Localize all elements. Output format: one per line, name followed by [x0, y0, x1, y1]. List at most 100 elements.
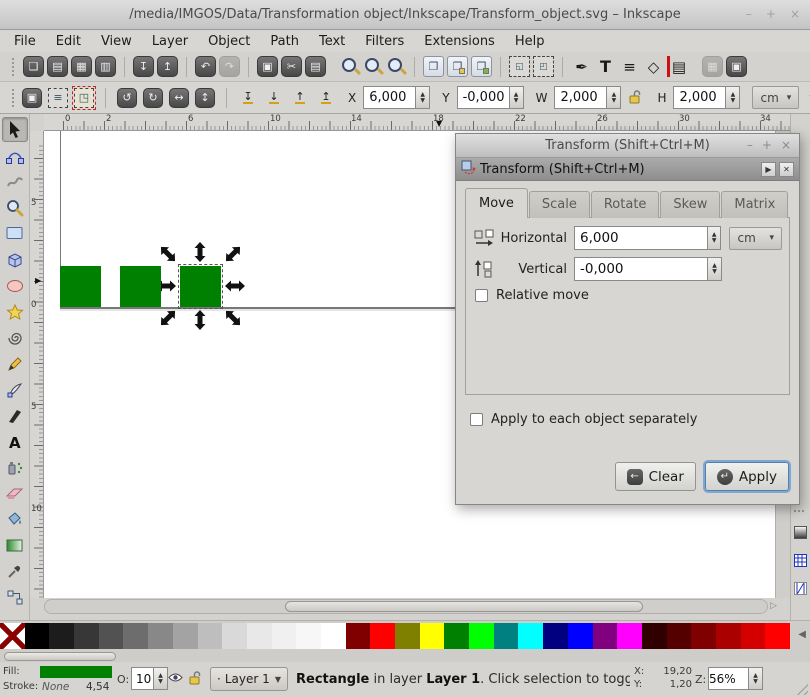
text-dialog-icon[interactable]: T — [595, 56, 616, 77]
calligraphy-tool[interactable] — [2, 403, 28, 428]
stroke-width-value[interactable]: 4,54 — [86, 681, 109, 693]
new-document-icon[interactable]: ❏ — [23, 56, 44, 77]
color-swatch-19[interactable] — [469, 623, 494, 649]
scale-handle-e[interactable] — [225, 280, 245, 292]
scale-handle-nw[interactable] — [157, 243, 180, 266]
color-swatch-30[interactable] — [740, 623, 766, 649]
color-swatch-29[interactable] — [715, 623, 741, 649]
color-swatch-3[interactable] — [74, 623, 99, 649]
zoom-spinner[interactable]: ▲ ▼ — [748, 667, 763, 690]
drawing-rectangle-1[interactable] — [60, 266, 101, 307]
zoom-to-selection-icon[interactable] — [340, 57, 360, 77]
close-button[interactable]: × — [790, 7, 800, 21]
h-input[interactable] — [673, 86, 726, 109]
color-swatch-7[interactable] — [172, 623, 198, 649]
node-editor-tool[interactable] — [2, 143, 28, 168]
dropper-tool[interactable] — [2, 559, 28, 584]
box-3d-tool[interactable] — [2, 247, 28, 272]
export-icon[interactable]: ↥ — [157, 56, 178, 77]
zoom-tool[interactable] — [2, 195, 28, 220]
tab-skew[interactable]: Skew — [660, 191, 721, 218]
palette-scrollbar-handle[interactable] — [4, 652, 116, 661]
color-swatch-2[interactable] — [49, 623, 75, 649]
title-bar[interactable]: /media/IMGOS/Data/Transformation object/… — [0, 0, 810, 30]
scroll-right-arrow[interactable]: ▷ — [770, 601, 777, 611]
color-swatch-23[interactable] — [567, 623, 593, 649]
zoom-to-page-icon[interactable] — [386, 57, 406, 77]
w-spinner[interactable]: ▲ ▼ — [606, 86, 622, 109]
clear-button[interactable]: ← Clear — [614, 462, 696, 491]
snap-page-border-icon[interactable] — [794, 524, 807, 543]
scale-handle-s[interactable] — [194, 310, 206, 330]
color-swatch-14[interactable] — [345, 623, 371, 649]
rotate-90-ccw-icon[interactable]: ↺ — [117, 87, 137, 108]
color-swatch-20[interactable] — [493, 623, 519, 649]
document-properties-icon[interactable]: ▣ — [726, 56, 747, 77]
unlink-clone-icon[interactable]: ❐ — [471, 56, 492, 77]
color-swatch-11[interactable] — [271, 623, 297, 649]
group-selection-icon[interactable]: ◱ — [509, 56, 530, 77]
color-swatch-4[interactable] — [98, 623, 124, 649]
color-swatch-15[interactable] — [370, 623, 395, 649]
menu-help[interactable]: Help — [505, 32, 555, 51]
horizontal-scrollbar-handle[interactable] — [285, 601, 643, 612]
tab-matrix[interactable]: Matrix — [721, 191, 789, 218]
fill-stroke-dialog-icon[interactable]: ✒ — [571, 56, 592, 77]
window-resize-grip[interactable] — [796, 683, 808, 695]
ungroup-selection-icon[interactable]: ◰ — [533, 56, 554, 77]
scale-handle-se[interactable] — [222, 307, 245, 330]
vertical-spinner[interactable]: ▲ ▼ — [707, 257, 722, 281]
color-swatch-31[interactable] — [765, 623, 790, 649]
copy-icon[interactable]: ▣ — [257, 56, 278, 77]
horizontal-scrollbar[interactable] — [44, 599, 768, 614]
h-spinner[interactable]: ▲ ▼ — [725, 86, 741, 109]
align-distribute-dialog-icon[interactable]: ▤ — [667, 56, 688, 77]
horizontal-spinner[interactable]: ▲ ▼ — [707, 226, 722, 250]
scale-handle-n[interactable] — [194, 242, 206, 262]
rotate-90-cw-icon[interactable]: ↻ — [143, 87, 163, 108]
menu-object[interactable]: Object — [198, 32, 260, 51]
ellipse-tool[interactable] — [2, 273, 28, 298]
color-swatch-28[interactable] — [691, 623, 716, 649]
dialog-header-close-button[interactable]: ✕ — [779, 161, 794, 177]
spiral-tool[interactable] — [2, 325, 28, 350]
x-spinner[interactable]: ▲ ▼ — [415, 86, 431, 109]
layer-visibility-eye-icon[interactable] — [168, 672, 183, 686]
color-swatch-8[interactable] — [197, 623, 223, 649]
xml-editor-icon[interactable]: ◇ — [643, 56, 664, 77]
create-clone-icon[interactable]: ❐ — [447, 56, 468, 77]
star-tool[interactable] — [2, 299, 28, 324]
dialog-units-dropdown[interactable]: cm ▾ — [729, 226, 782, 250]
bezier-pen-tool[interactable] — [2, 377, 28, 402]
menu-extensions[interactable]: Extensions — [414, 32, 505, 51]
color-swatch-17[interactable] — [419, 623, 445, 649]
spray-tool[interactable] — [2, 455, 28, 480]
horizontal-ruler[interactable]: 0 2 6 10 14 18 22 26 30 34 ▼ — [44, 114, 790, 131]
scale-handle-sw[interactable] — [157, 307, 180, 330]
fill-color-swatch[interactable] — [40, 666, 112, 678]
tab-rotate[interactable]: Rotate — [590, 191, 660, 218]
vertical-ruler[interactable]: 5 0 5 10 ▶ — [30, 131, 44, 598]
opacity-input[interactable] — [131, 667, 153, 690]
cut-icon[interactable]: ✂ — [281, 56, 302, 77]
minimize-button[interactable]: – — [746, 7, 752, 21]
color-swatch-9[interactable] — [222, 623, 247, 649]
raise-to-top-icon[interactable]: ↥ — [316, 88, 336, 108]
undo-icon[interactable]: ↶ — [195, 56, 216, 77]
color-swatch-21[interactable] — [518, 623, 544, 649]
lock-ratio-icon[interactable] — [629, 89, 641, 107]
eraser-tool[interactable] — [2, 481, 28, 506]
snap-guides-icon[interactable] — [794, 580, 807, 599]
save-document-icon[interactable]: ▦ — [71, 56, 92, 77]
flip-vertical-icon[interactable]: ↕ — [195, 87, 215, 108]
scale-handle-ne[interactable] — [222, 243, 245, 266]
menu-file[interactable]: File — [4, 32, 46, 51]
maximize-button[interactable]: + — [766, 7, 776, 21]
menu-view[interactable]: View — [91, 32, 142, 51]
select-all-layers-icon[interactable]: ≡ — [48, 87, 68, 108]
swatch-none[interactable] — [0, 623, 25, 649]
color-swatch-27[interactable] — [666, 623, 692, 649]
import-icon[interactable]: ↧ — [133, 56, 154, 77]
paste-icon[interactable]: ▤ — [305, 56, 326, 77]
rectangle-tool[interactable] — [2, 221, 28, 246]
